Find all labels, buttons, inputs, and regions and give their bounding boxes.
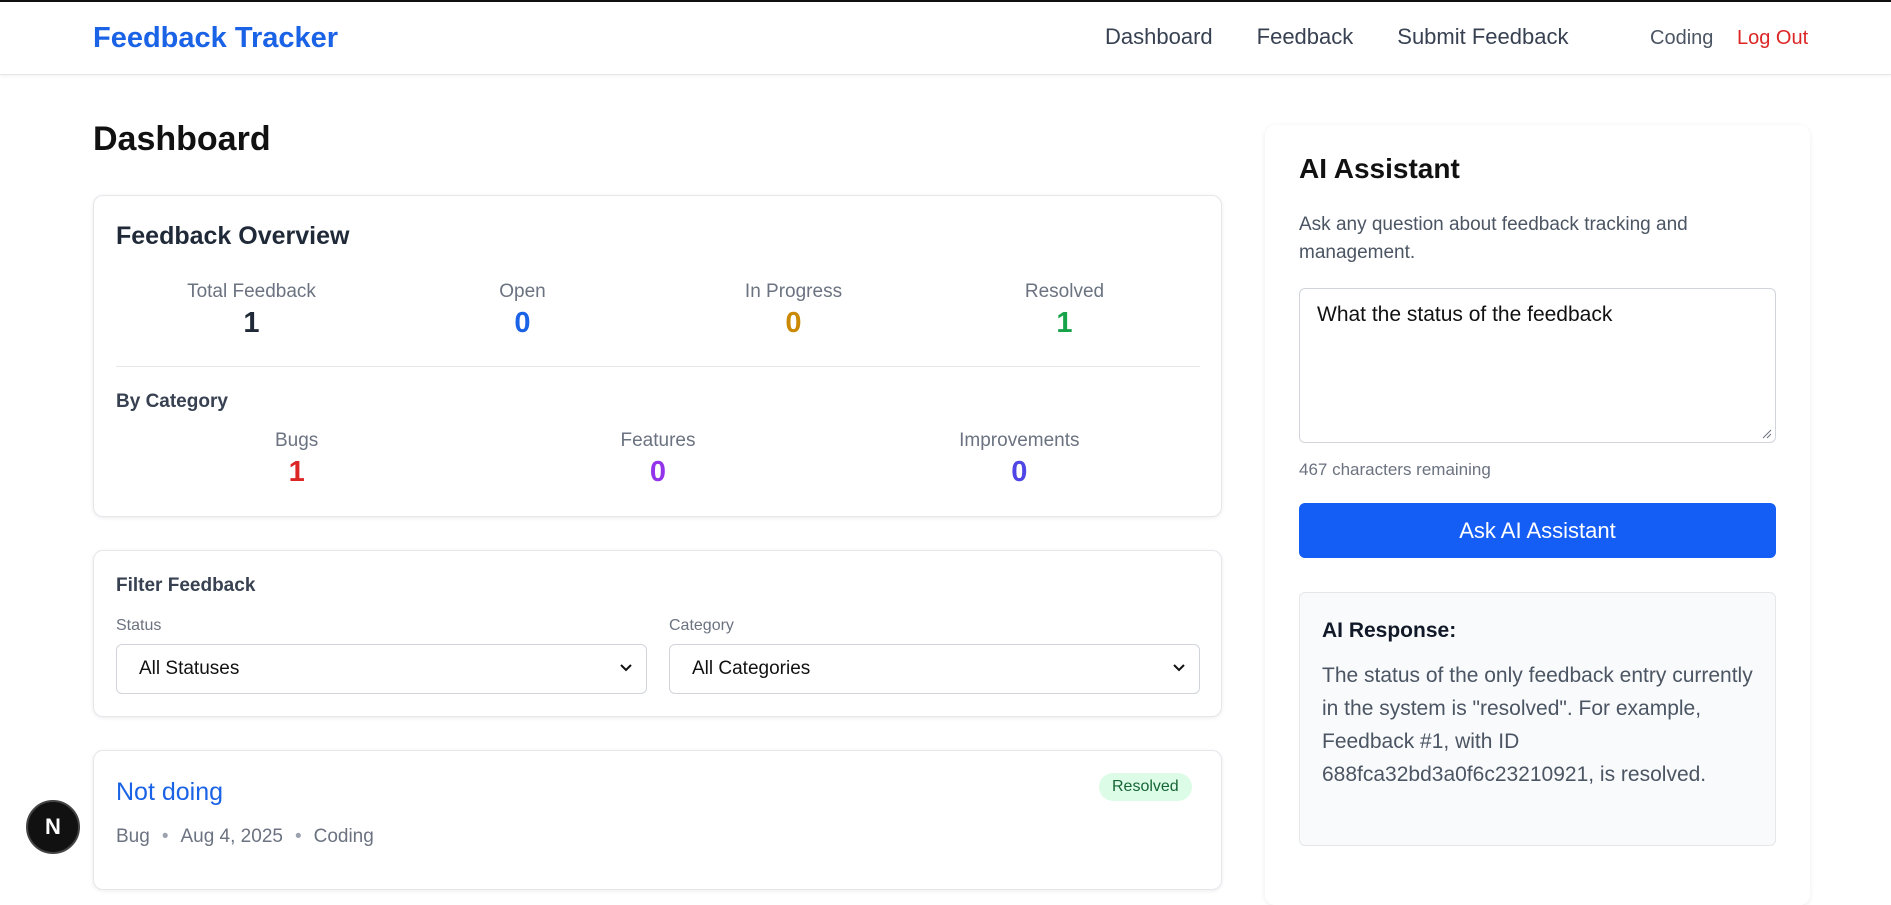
status-select-value: All Statuses [139,658,240,679]
status-label: Status [116,617,162,634]
status-select[interactable]: All Statuses [116,644,647,694]
feedback-item[interactable]: Not doing Resolved Bug • Aug 4, 2025 • C… [93,750,1222,890]
nav-links: Dashboard Feedback Submit Feedback [1105,24,1568,50]
stat-label: Open [499,281,546,302]
logout-link[interactable]: Log Out [1737,27,1808,50]
brand-logo[interactable]: Feedback Tracker [93,22,338,55]
category-stats: Bugs 1 Features 0 Improvements 0 [116,430,1200,489]
ai-response-box: AI Response: The status of the only feed… [1299,592,1776,846]
category-title: By Category [116,391,228,412]
separator-dot: • [294,826,302,847]
category-select-value: All Categories [692,658,811,679]
stat-value: 1 [243,307,260,339]
stat-label: Resolved [1024,281,1105,302]
nav-link-feedback[interactable]: Feedback [1257,24,1354,50]
page-title: Dashboard [93,120,271,158]
stat-resolved: Resolved 1 [929,281,1200,340]
stat-value: 0 [1011,456,1028,488]
stat-value: 0 [649,456,667,488]
filter-card: Filter Feedback Status All Statuses Cate… [93,550,1222,717]
stat-value: 1 [1056,307,1073,339]
stat-label: Total Feedback [187,281,316,302]
ai-assistant-panel: AI Assistant Ask any question about feed… [1265,125,1810,905]
separator-dot: • [161,826,169,847]
stat-label: Features [620,430,696,451]
feedback-meta: Bug • Aug 4, 2025 • Coding [116,826,374,848]
ai-title: AI Assistant [1299,153,1460,184]
resize-grip-icon[interactable] [1762,429,1772,439]
stat-value: 0 [514,307,531,339]
ai-response-title: AI Response: [1322,619,1457,642]
ai-description: Ask any question about feedback tracking… [1299,214,1688,263]
navbar: Feedback Tracker Dashboard Feedback Subm… [0,2,1891,75]
stat-value: 0 [785,307,802,339]
feedback-title[interactable]: Not doing [116,778,223,807]
nav-link-dashboard[interactable]: Dashboard [1105,24,1213,50]
status-stats: Total Feedback 1 Open 0 In Progress 0 Re… [116,281,1200,340]
status-badge: Resolved [1099,773,1192,801]
characters-remaining: 467 characters remaining [1299,460,1491,479]
nav-link-submit-feedback[interactable]: Submit Feedback [1397,24,1568,50]
stat-improvements: Improvements 0 [839,430,1200,489]
chevron-down-icon [620,664,632,672]
category-label: Category [669,617,734,634]
stat-in-progress: In Progress 0 [658,281,929,340]
feedback-overview-card: Feedback Overview Total Feedback 1 Open … [93,195,1222,517]
nextjs-dev-badge[interactable]: N [26,800,80,854]
feedback-type: Bug [116,826,150,847]
chevron-down-icon [1173,664,1185,672]
ai-response-text: The status of the only feedback entry cu… [1322,664,1753,786]
ai-question-input[interactable]: What the status of the feedback [1299,288,1776,443]
stat-label: Bugs [275,430,319,451]
stat-bugs: Bugs 1 [116,430,477,489]
divider [116,366,1200,367]
category-select[interactable]: All Categories [669,644,1200,694]
stat-label: Improvements [959,430,1080,451]
feedback-author: Coding [313,826,374,847]
ai-question-text: What the status of the feedback [1317,303,1613,326]
stat-label: In Progress [744,281,843,302]
filter-title: Filter Feedback [116,575,256,596]
user-name: Coding [1650,27,1714,49]
stat-features: Features 0 [477,430,838,489]
feedback-date: Aug 4, 2025 [180,826,283,847]
overview-title: Feedback Overview [116,222,350,250]
ask-ai-button[interactable]: Ask AI Assistant [1299,503,1776,558]
stat-open: Open 0 [387,281,658,340]
stat-value: 1 [288,456,305,488]
stat-total: Total Feedback 1 [116,281,387,340]
